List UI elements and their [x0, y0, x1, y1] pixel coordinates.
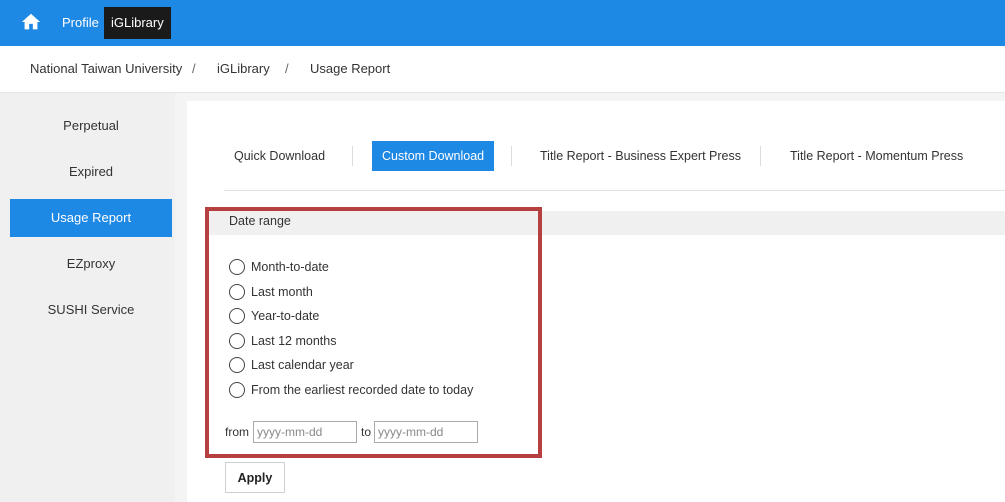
tab-divider — [511, 146, 512, 166]
tab-divider — [760, 146, 761, 166]
radio-button[interactable] — [229, 357, 245, 373]
from-date-input[interactable] — [253, 421, 357, 443]
tabs-underline — [224, 190, 1005, 191]
radio-label: Last 12 months — [251, 334, 337, 348]
sidebar-item-perpetual[interactable]: Perpetual — [10, 107, 172, 145]
from-label: from — [225, 425, 249, 439]
breadcrumb-separator: / — [285, 61, 289, 76]
radio-label: Year-to-date — [251, 309, 320, 323]
radio-label: From the earliest recorded date to today — [251, 383, 474, 397]
radio-label: Month-to-date — [251, 260, 329, 274]
sidebar-item-ezproxy[interactable]: EZproxy — [10, 245, 172, 283]
top-navbar: Profile iGLibrary — [0, 0, 1005, 46]
apply-button[interactable]: Apply — [225, 462, 285, 493]
radio-label: Last calendar year — [251, 358, 354, 372]
breadcrumb-item-iglibrary[interactable]: iGLibrary — [217, 61, 270, 76]
tab-divider — [352, 146, 353, 166]
date-range-header — [207, 211, 1005, 235]
breadcrumb-item-usage-report: Usage Report — [310, 61, 391, 76]
to-date-input[interactable] — [374, 421, 478, 443]
radio-button[interactable] — [229, 308, 245, 324]
nav-profile-link[interactable]: Profile — [58, 0, 103, 46]
radio-label: Last month — [251, 285, 313, 299]
sidebar-item-usage-report[interactable]: Usage Report — [10, 199, 172, 237]
radio-button[interactable] — [229, 284, 245, 300]
tab-title-report-momentum-press[interactable]: Title Report - Momentum Press — [790, 141, 963, 171]
breadcrumb: National Taiwan University / iGLibrary /… — [0, 46, 1005, 93]
radio-button[interactable] — [229, 333, 245, 349]
sidebar-item-expired[interactable]: Expired — [10, 153, 172, 191]
date-range-title: Date range — [229, 214, 291, 228]
radio-button[interactable] — [229, 382, 245, 398]
breadcrumb-item-university[interactable]: National Taiwan University — [30, 61, 182, 76]
tab-custom-download[interactable]: Custom Download — [372, 141, 495, 171]
to-label: to — [361, 425, 372, 439]
radio-button[interactable] — [229, 259, 245, 275]
home-icon[interactable] — [20, 11, 42, 33]
tab-title-report-business-expert-press[interactable]: Title Report - Business Expert Press — [540, 141, 741, 171]
sidebar-item-sushi-service[interactable]: SUSHI Service — [10, 291, 172, 329]
breadcrumb-separator: / — [192, 61, 196, 76]
tab-quick-download[interactable]: Quick Download — [234, 141, 325, 171]
nav-iglibrary-link[interactable]: iGLibrary — [104, 7, 171, 39]
